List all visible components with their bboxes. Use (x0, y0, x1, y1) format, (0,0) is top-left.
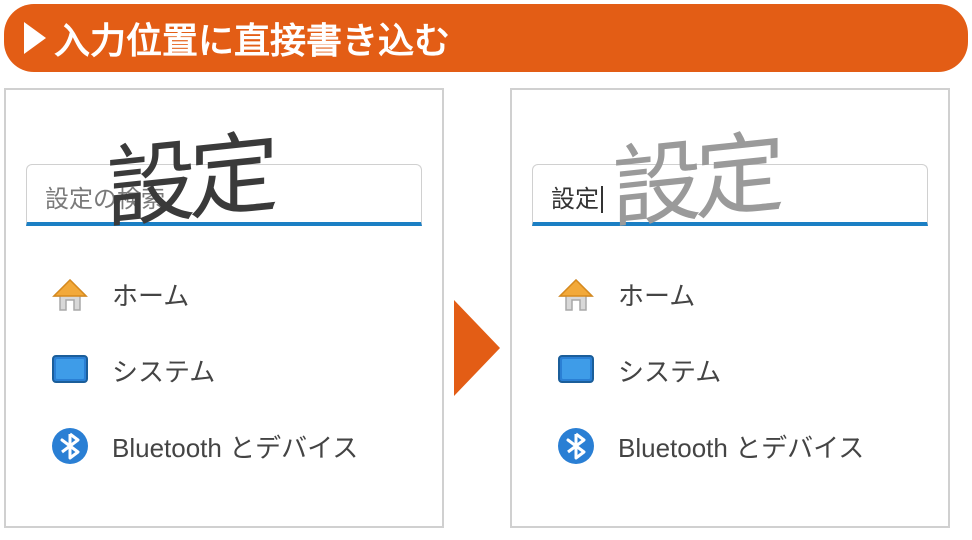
search-input[interactable]: 設定の検索 (26, 164, 422, 226)
play-icon (24, 22, 46, 54)
home-icon (50, 274, 90, 314)
menu-label: ホーム (112, 276, 189, 313)
bluetooth-icon (50, 426, 90, 466)
sidebar-item-system[interactable]: システム (50, 350, 422, 390)
transition-arrow-icon (454, 300, 500, 396)
system-icon (556, 350, 596, 390)
menu-label: ホーム (618, 276, 695, 313)
menu-label: システム (618, 352, 721, 389)
sidebar-item-system[interactable]: システム (556, 350, 928, 390)
home-icon (556, 274, 596, 314)
panel-before: 設定 設定の検索 ホーム システム (4, 88, 444, 528)
menu-label: Bluetooth とデバイス (112, 428, 358, 465)
sidebar-item-home[interactable]: ホーム (556, 274, 928, 314)
menu-label: システム (112, 352, 215, 389)
system-icon (50, 350, 90, 390)
panel-after: 設定 設定 ホーム システム (510, 88, 950, 528)
settings-menu: ホーム システム Bluetooth とデバイス (26, 254, 422, 466)
search-input[interactable]: 設定 (532, 164, 928, 226)
header-title: 入力位置に直接書き込む (54, 12, 450, 64)
bluetooth-icon (556, 426, 596, 466)
sidebar-item-home[interactable]: ホーム (50, 274, 422, 314)
settings-menu: ホーム システム Bluetooth とデバイス (532, 254, 928, 466)
search-placeholder: 設定の検索 (45, 186, 165, 213)
search-area: 設定 設定 (532, 164, 928, 226)
sidebar-item-bluetooth[interactable]: Bluetooth とデバイス (50, 426, 422, 466)
panels-container: 設定 設定の検索 ホーム システム (0, 76, 972, 540)
section-header: 入力位置に直接書き込む (4, 4, 968, 72)
search-area: 設定 設定の検索 (26, 164, 422, 226)
sidebar-item-bluetooth[interactable]: Bluetooth とデバイス (556, 426, 928, 466)
search-entered-text: 設定 (551, 186, 603, 213)
menu-label: Bluetooth とデバイス (618, 428, 864, 465)
